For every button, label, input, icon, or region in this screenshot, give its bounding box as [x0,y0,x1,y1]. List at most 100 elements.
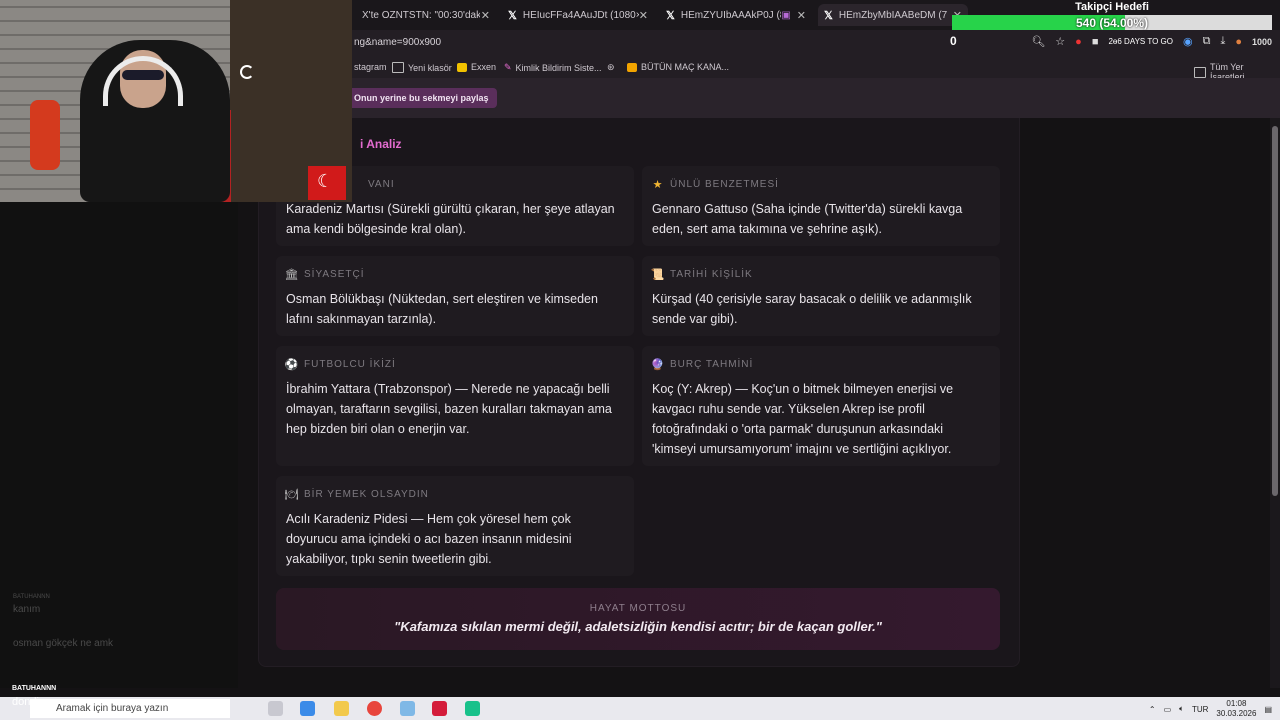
scrollbar-thumb[interactable] [1272,126,1278,496]
government-building-icon: 🏛 [284,268,300,281]
crystal-ball-icon: 🔮 [650,358,666,371]
chat-username: BATUHANNN [12,685,57,692]
extensions-puzzle-icon[interactable]: ⧉ [1203,35,1211,48]
exxen-icon [457,62,467,72]
chevron-up-icon[interactable]: ⌃ [1149,705,1156,714]
x-logo-icon: 𝕏 [824,9,833,22]
edge-icon[interactable] [300,701,315,716]
pen-icon: ✎ [504,62,512,72]
star-icon: ★ [652,178,664,191]
x-logo-icon: 𝕏 [508,9,517,22]
app-icon[interactable] [400,701,415,716]
card-header-label: TARİHİ KİŞİLİK [670,268,753,280]
section-title: i Analiz [360,137,402,151]
card-body: Kürşad (40 çerisiyle saray basacak o del… [652,292,972,326]
bookmark-item[interactable]: Yeni klasör [392,62,452,73]
address-bar-icons: 🔍︎ ☆ ● ■ 2ɵ6 DAYS TO GO ◉ ⧉ ⤓ ● 1000 [1031,35,1272,48]
tab-label: HEmZbyMbIAABeDM (788×86 [838,9,947,21]
analysis-card: 📜 TARİHİ KİŞİLİK Kürşad (40 çerisiyle sa… [642,256,1000,336]
card-header-label: FUTBOLCU İKİZİ [304,358,396,370]
card-header-label: SİYASETÇİ [304,268,365,280]
analysis-card: 🍽 BİR YEMEK OLSAYDIN Acılı Karadeniz Pid… [276,476,634,576]
motto-text: "Kafamıza sıkılan mermi değil, adaletsiz… [394,619,882,634]
task-view-icon[interactable] [268,701,283,716]
card-header: 📜 TARİHİ KİŞİLİK [651,268,990,281]
webcam-overlay: ☾ [0,0,352,202]
share-this-tab-button[interactable]: Onun yerine bu sekmeyi paylaş [346,88,497,108]
page-scrollbar[interactable] [1270,118,1280,688]
zoom-icon[interactable]: 🔍︎ [1031,35,1045,48]
taskbar-search-input[interactable]: Aramak için buraya yazın [30,699,230,718]
bookmark-star-icon[interactable]: ☆ [1055,35,1065,48]
language-indicator[interactable]: TUR [1192,705,1208,714]
notification-icon[interactable]: ▤ [1264,705,1272,714]
jp-icon [627,62,637,72]
bookmark-item[interactable]: BÜTÜN MAÇ KANA... [627,62,729,72]
close-icon[interactable]: ✕ [639,9,648,22]
browser-tab[interactable]: X'te OZNTSTN: "00:30'daki yay ✕ [356,4,496,26]
chat-message: osman gökçek ne amk [13,638,114,649]
x-logo-icon: 𝕏 [666,9,675,22]
close-icon[interactable]: ✕ [481,9,490,22]
card-body: İbrahim Yattara (Trabzonspor) — Nerede n… [286,382,612,436]
extension-red-icon[interactable]: ● [1075,36,1082,48]
chrome-icon[interactable] [367,701,382,716]
goal-title: Takipçi Hedefi [1075,1,1149,13]
follower-goal-widget: Takipçi Hedefi 540 (54.00%) [952,0,1272,34]
tab-label: HEmZYUIbAAAkP0J (800×8 [680,9,781,21]
url-field[interactable]: ng&name=900x900 [354,37,441,48]
bookmark-label: Exxen [471,62,497,72]
card-header: ⚽ FUTBOLCU İKİZİ [285,358,624,371]
analysis-card: ★ ÜNLÜ BENZETMESİ Gennaro Gattuso (Saha … [642,166,1000,246]
motto-label: HAYAT MOTTOSU [589,603,687,614]
clock-time: 01:08 [1226,699,1247,708]
download-icon[interactable]: ⤓ [1220,35,1225,48]
card-body: Koç (Y: Akrep) — Koç'un o bitmek bilmeye… [652,382,954,456]
extension-blue-icon[interactable]: ◉ [1183,35,1193,48]
bookmark-item[interactable]: Exxen [457,62,496,72]
card-body: Acılı Karadeniz Pidesi — Hem çok yöresel… [286,512,572,566]
browser-tab[interactable]: 𝕏 HEIucFFa4AAuJDt (1080×1724) ✕ [502,4,654,26]
chat-username: BATUHANNN [13,594,50,600]
card-header-label: BİR YEMEK OLSAYDIN [304,488,429,500]
bookmark-item[interactable]: ✎ Kimlik Bildirim Siste... [504,62,602,73]
bookmark-label: stagram [354,62,387,72]
obs-icon[interactable] [432,701,447,716]
analysis-card: 🔮 BURÇ TAHMİNİ Koç (Y: Akrep) — Koç'un o… [642,346,1000,466]
life-motto-box: HAYAT MOTTOSU "Kafamıza sıkılan mermi de… [276,588,1000,650]
tab-label: HEIucFFa4AAuJDt (1080×1724) [522,9,639,21]
bookmark-label: Kimlik Bildirim Siste... [515,62,602,73]
microphone [30,100,60,170]
volume-icon[interactable]: 🔈︎ [1179,704,1184,714]
card-header: ★ ÜNLÜ BENZETMESİ [652,178,990,191]
days-to-go-text: 2ɵ6 DAYS TO GO [1108,37,1173,46]
card-header-label: ÜNLÜ BENZETMESİ [670,178,779,190]
profile-avatar-icon[interactable]: ● [1235,36,1242,48]
file-explorer-icon[interactable] [334,701,349,716]
folder-icon [392,62,404,73]
turkish-flag-icon: ☾ [308,166,346,200]
loading-spinner-icon [240,65,254,79]
tab-label: X'te OZNTSTN: "00:30'daki yay [362,9,480,21]
analysis-card: ⚽ FUTBOLCU İKİZİ İbrahim Yattara (Trabzo… [276,346,634,466]
globe-icon: ⊛ [607,62,615,72]
discord-icon[interactable] [465,701,480,716]
close-icon[interactable]: ✕ [797,9,806,22]
browser-tab[interactable]: 𝕏 HEmZYUIbAAAkP0J (800×8 ▣ ✕ [660,4,812,26]
score-text: 1000 [1251,36,1272,47]
extension-square-icon[interactable]: ■ [1092,36,1099,48]
analysis-card: 🏛 SİYASETÇİ Osman Bölükbaşı (Nüktedan, s… [276,256,634,336]
clock[interactable]: 01:08 30.03.2026 [1216,699,1256,719]
folder-icon [1194,66,1206,78]
card-header: 🔮 BURÇ TAHMİNİ [650,358,990,371]
card-header: 🏛 SİYASETÇİ [284,268,624,281]
browser-tab-active[interactable]: 𝕏 HEmZbyMbIAABeDM (788×86 ✕ [818,4,968,26]
network-icon[interactable]: ▭ [1164,705,1172,714]
bookmark-label: BÜTÜN MAÇ KANA... [641,62,730,72]
bookmark-item[interactable]: stagram [354,62,387,72]
card-body: Karadeniz Martısı (Sürekli gürültü çıkar… [286,202,615,236]
bookmark-item[interactable]: ⊛ [607,62,615,73]
chat-message: dondi [12,696,39,708]
media-icon: ▣ [781,9,791,21]
card-header-label: BURÇ TAHMİNİ [670,358,754,370]
